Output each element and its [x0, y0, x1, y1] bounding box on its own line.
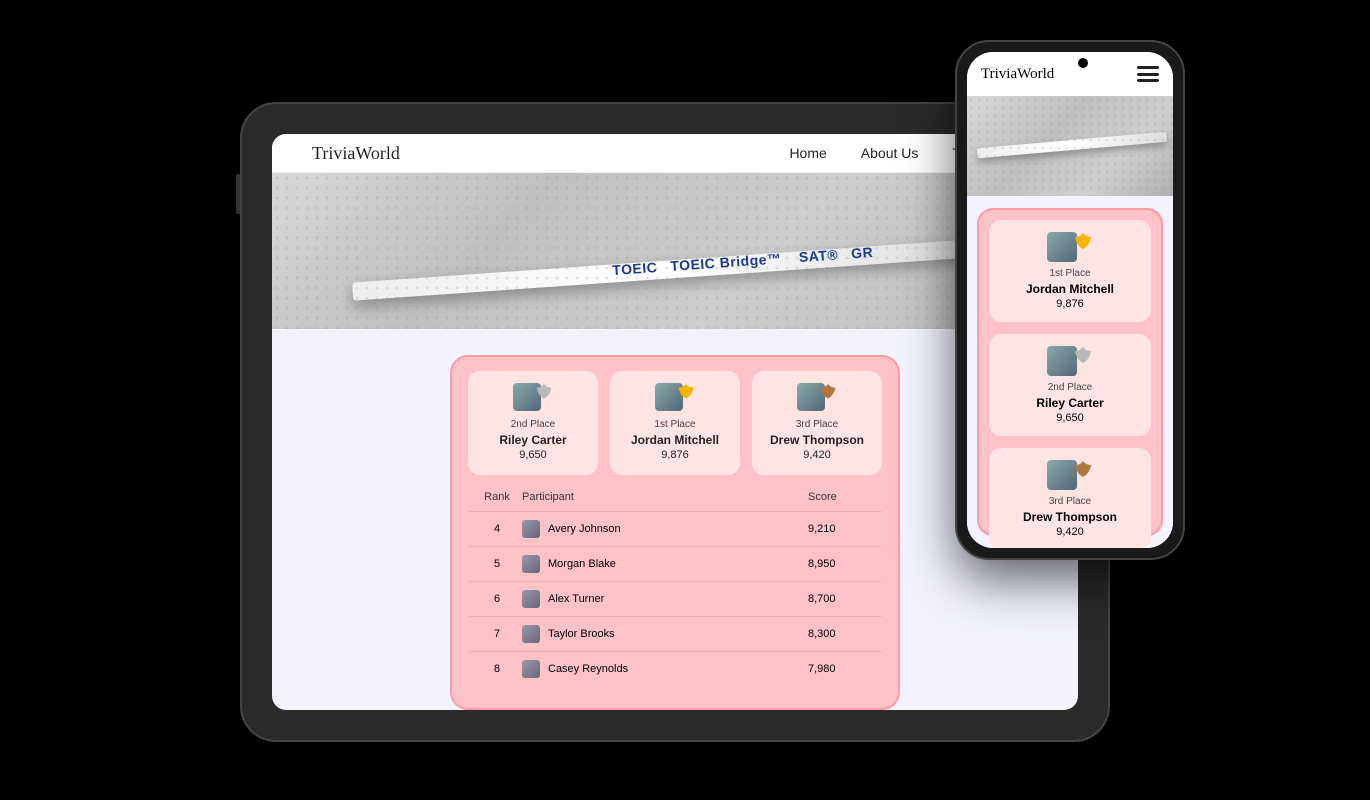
table-row: 5 Morgan Blake 8,950	[468, 546, 882, 581]
podium-2nd: 2nd Place Riley Carter 9,650	[468, 371, 598, 475]
podium-score: 9,420	[758, 449, 876, 461]
laurel-icon	[533, 381, 555, 405]
avatar	[513, 383, 553, 413]
podium-1st: 1st Place Jordan Mitchell 9,876	[989, 220, 1151, 322]
table-row: 7 Taylor Brooks 8,300	[468, 616, 882, 651]
avatar	[797, 383, 837, 413]
avatar-thumb	[522, 660, 540, 678]
podium-place: 2nd Place	[995, 382, 1145, 393]
avatar-thumb	[522, 625, 540, 643]
participant-name: Avery Johnson	[548, 523, 621, 535]
podium-score: 9,876	[995, 298, 1145, 310]
podium-place: 1st Place	[995, 268, 1145, 279]
avatar-thumb	[522, 520, 540, 538]
table-row: 6 Alex Turner 8,700	[468, 581, 882, 616]
phone-header: TriviaWorld	[967, 52, 1173, 96]
podium-place: 2nd Place	[474, 419, 592, 430]
table-header: Rank Participant Score	[468, 483, 882, 511]
brand-logo[interactable]: TriviaWorld	[312, 143, 400, 164]
col-score: Score	[808, 491, 878, 503]
podium-score: 9,650	[474, 449, 592, 461]
cell-score: 8,950	[808, 558, 878, 570]
phone-screen: TriviaWorld 1st Place Jordan Mitchell 9,…	[967, 52, 1173, 548]
cell-score: 8,300	[808, 628, 878, 640]
laurel-icon	[817, 381, 839, 405]
cell-participant: Avery Johnson	[522, 520, 808, 538]
cell-participant: Taylor Brooks	[522, 625, 808, 643]
podium-1st: 1st Place Jordan Mitchell 9,876	[610, 371, 740, 475]
participant-name: Taylor Brooks	[548, 628, 615, 640]
laurel-icon	[1071, 230, 1095, 256]
podium-name: Jordan Mitchell	[616, 433, 734, 447]
table-row: 4 Avery Johnson 9,210	[468, 511, 882, 546]
cell-participant: Alex Turner	[522, 590, 808, 608]
phone-device-frame: TriviaWorld 1st Place Jordan Mitchell 9,…	[955, 40, 1185, 560]
laurel-icon	[1071, 344, 1095, 370]
col-participant: Participant	[522, 491, 808, 503]
podium-place: 3rd Place	[758, 419, 876, 430]
cell-rank: 4	[472, 523, 522, 535]
podium-score: 9,650	[995, 412, 1145, 424]
avatar	[1047, 344, 1093, 378]
cell-rank: 6	[472, 593, 522, 605]
col-rank: Rank	[472, 491, 522, 503]
leaderboard-card: 1st Place Jordan Mitchell 9,876 2nd Plac…	[977, 208, 1163, 536]
phone-camera-dot	[1078, 58, 1088, 68]
phone-body: 1st Place Jordan Mitchell 9,876 2nd Plac…	[967, 196, 1173, 548]
avatar	[1047, 230, 1093, 264]
hero-texture	[967, 96, 1173, 196]
participant-name: Morgan Blake	[548, 558, 616, 570]
cell-rank: 5	[472, 558, 522, 570]
cell-participant: Casey Reynolds	[522, 660, 808, 678]
phone-hero-image	[967, 96, 1173, 196]
podium-score: 9,876	[616, 449, 734, 461]
avatar	[655, 383, 695, 413]
podium-name: Drew Thompson	[758, 433, 876, 447]
podium-place: 3rd Place	[995, 496, 1145, 507]
cell-participant: Morgan Blake	[522, 555, 808, 573]
podium-place: 1st Place	[616, 419, 734, 430]
brand-logo[interactable]: TriviaWorld	[981, 66, 1054, 83]
podium-name: Riley Carter	[474, 433, 592, 447]
nav-home[interactable]: Home	[789, 145, 826, 161]
leaderboard-card: 2nd Place Riley Carter 9,650 1st Place J…	[450, 355, 900, 710]
laurel-icon	[675, 381, 697, 405]
podium-score: 9,420	[995, 526, 1145, 538]
table-row: 8 Casey Reynolds 7,980	[468, 651, 882, 686]
participant-name: Alex Turner	[548, 593, 604, 605]
nav-about[interactable]: About Us	[861, 145, 919, 161]
cell-score: 8,700	[808, 593, 878, 605]
avatar-thumb	[522, 555, 540, 573]
podium-name: Drew Thompson	[995, 510, 1145, 524]
cell-score: 9,210	[808, 523, 878, 535]
podium-name: Jordan Mitchell	[995, 282, 1145, 296]
cell-rank: 8	[472, 663, 522, 675]
cell-score: 7,980	[808, 663, 878, 675]
podium-row: 2nd Place Riley Carter 9,650 1st Place J…	[468, 371, 882, 475]
participant-name: Casey Reynolds	[548, 663, 628, 675]
laurel-icon	[1071, 458, 1095, 484]
podium-3rd: 3rd Place Drew Thompson 9,420	[752, 371, 882, 475]
avatar-thumb	[522, 590, 540, 608]
podium-3rd: 3rd Place Drew Thompson 9,420	[989, 448, 1151, 548]
podium-2nd: 2nd Place Riley Carter 9,650	[989, 334, 1151, 436]
podium-name: Riley Carter	[995, 396, 1145, 410]
avatar	[1047, 458, 1093, 492]
hamburger-menu-icon[interactable]	[1137, 66, 1159, 82]
cell-rank: 7	[472, 628, 522, 640]
